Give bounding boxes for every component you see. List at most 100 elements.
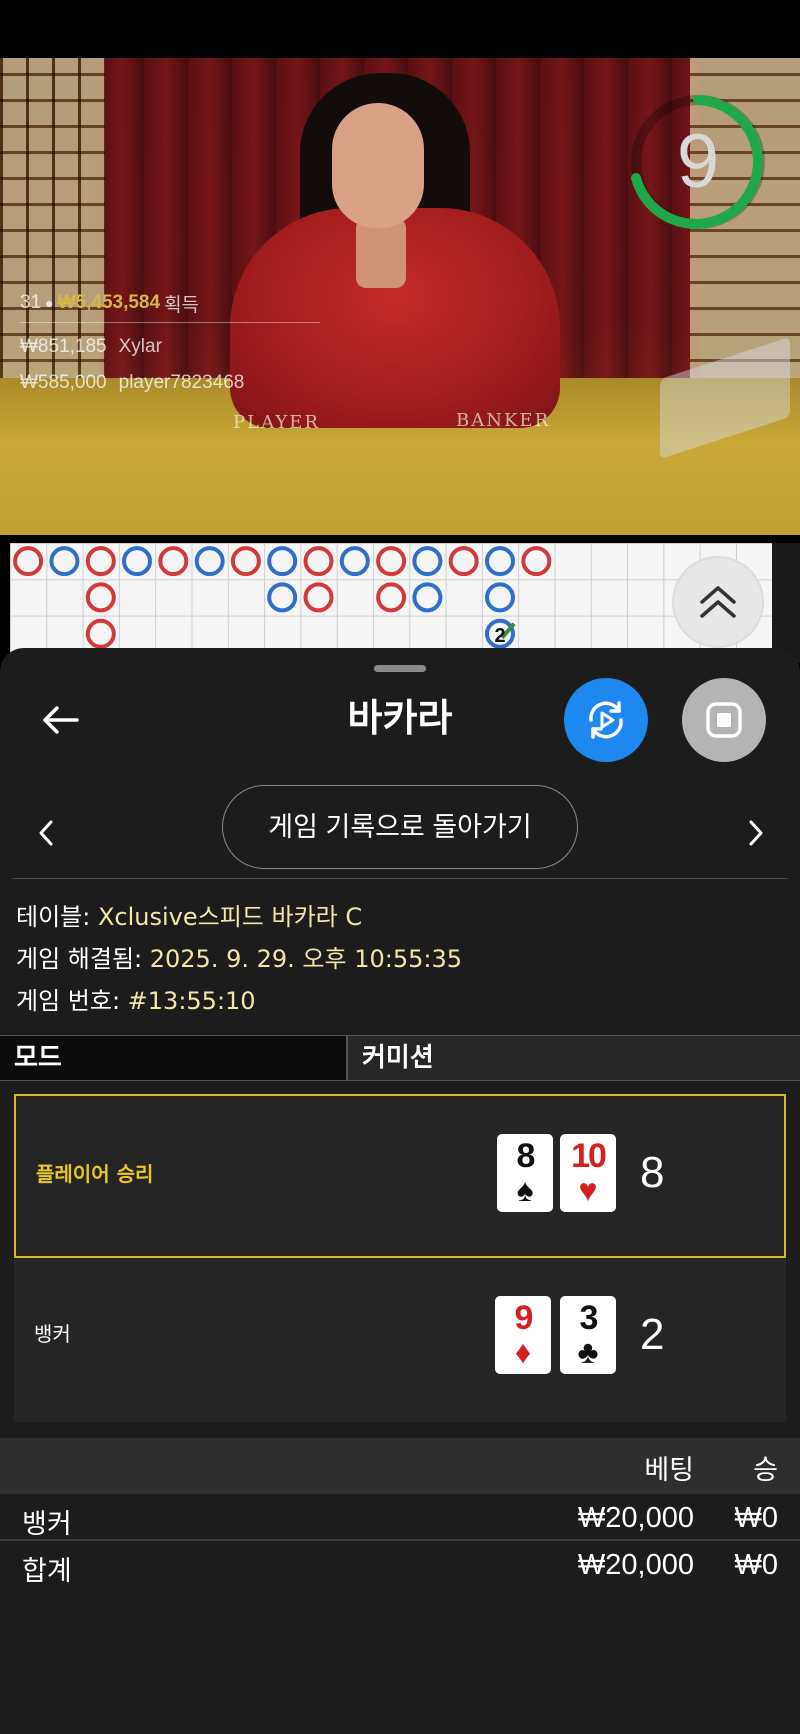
road-bead-player	[485, 546, 515, 577]
road-bead-player	[49, 546, 80, 577]
total-win: ₩0	[734, 1549, 779, 1581]
winner-amount: ₩851,185	[20, 336, 107, 357]
diamond-icon: ♦	[514, 1334, 532, 1370]
expand-roadmap-button[interactable]	[672, 556, 764, 648]
felt-banker-label: BANKER	[456, 410, 551, 431]
live-video[interactable]: PLAYER BANKER 9 31 ● ₩5,453,584 획득 ₩851,…	[0, 58, 800, 535]
info-table-row: 테이블: Xclusive스피드 바카라 C	[16, 896, 462, 938]
resolved-value: 2025. 9. 29. 오후 10:55:35	[149, 945, 462, 973]
winners-total: ₩5,453,584	[57, 292, 161, 313]
back-to-history-button[interactable]: 게임 기록으로 돌아가기	[222, 785, 578, 869]
road-bead-banker	[376, 582, 407, 613]
road-bead-player	[267, 582, 298, 613]
tab-mode[interactable]: 모드	[0, 1036, 348, 1080]
countdown-number: 9	[676, 119, 720, 204]
road-bead-player	[194, 546, 225, 577]
road-bead-banker	[303, 582, 334, 613]
page-title: 바카라	[347, 696, 453, 740]
winners-suffix: 획득	[164, 294, 200, 316]
stop-icon	[706, 702, 742, 738]
bead-roadmap[interactable]: 2	[10, 543, 772, 663]
road-bead-player	[339, 546, 370, 577]
player-hand-label: 플레이어 승리	[36, 1162, 154, 1186]
info-number-row: 게임 번호: #13:55:10	[16, 980, 462, 1022]
spade-icon: ♠	[516, 1172, 534, 1208]
chevron-right-icon	[749, 820, 763, 846]
banker-hand: 뱅커 9 ♦ 3 ♣ 2	[14, 1258, 786, 1422]
card-rank: 9	[514, 1299, 534, 1337]
win-column-header: 승	[753, 1455, 778, 1486]
game-number-value: #13:55:10	[127, 987, 256, 1015]
roadmap-svg: 2	[13, 546, 552, 649]
dealer-neck	[356, 218, 406, 288]
tab-commission[interactable]: 커미션	[348, 1036, 800, 1080]
bet-row: 뱅커 ₩20,000 ₩0	[0, 1496, 800, 1542]
status-bar	[0, 0, 800, 58]
stop-button[interactable]	[682, 678, 766, 762]
game-info: 테이블: Xclusive스피드 바카라 C 게임 해결됨: 2025. 9. …	[16, 896, 462, 1022]
winner-name: Xylar	[118, 336, 162, 357]
bet-name: 뱅커	[22, 1509, 72, 1540]
next-game-button[interactable]	[736, 808, 776, 858]
bet-column-header: 베팅	[644, 1455, 694, 1486]
road-bead-banker	[13, 546, 44, 577]
result-panel: 플레이어 승리 8 ♠ 10 ♥ 8 뱅커 9 ♦ 3 ♣ 2	[14, 1094, 786, 1422]
replay-button[interactable]	[564, 678, 648, 762]
dealer-face	[332, 103, 424, 228]
winner-row: ₩585,000 player7823468	[20, 365, 320, 401]
club-icon: ♣	[577, 1334, 599, 1370]
playing-card: 3 ♣	[560, 1296, 616, 1374]
banker-score: 2	[640, 1310, 665, 1359]
tie-count: 2	[494, 625, 505, 647]
heart-icon: ♥	[578, 1172, 598, 1208]
playing-card: 9 ♦	[495, 1296, 551, 1374]
chevron-left-icon	[39, 820, 53, 846]
playing-card: 10 ♥	[560, 1134, 616, 1212]
banker-hand-label: 뱅커	[34, 1322, 71, 1346]
felt-player-label: PLAYER	[233, 412, 320, 433]
table-label: 테이블:	[16, 903, 98, 931]
game-detail-sheet: 바카라 게임 기록으로 돌아가기 테이블: Xclusive스피드 바카라 C	[0, 648, 800, 1734]
game-number-label: 게임 번호:	[16, 987, 128, 1015]
previous-game-button[interactable]	[26, 808, 66, 858]
double-chevron-up-icon	[700, 586, 736, 618]
divider	[12, 878, 788, 879]
table-value: Xclusive스피드 바카라 C	[97, 903, 363, 931]
playing-card: 8 ♠	[497, 1134, 553, 1212]
road-bead-banker	[85, 618, 116, 649]
card-rank: 10	[571, 1137, 607, 1175]
road-bead-player	[267, 546, 298, 577]
road-bead-banker	[448, 546, 479, 577]
road-bead-player	[412, 582, 443, 613]
total-name: 합계	[22, 1556, 72, 1587]
replay-icon	[589, 701, 623, 739]
winner-row: ₩851,185 Xylar	[20, 329, 320, 365]
road-bead-banker	[303, 546, 334, 577]
card-rank: 8	[516, 1137, 536, 1175]
bet-win: ₩0	[734, 1502, 779, 1534]
winner-name: player7823468	[118, 372, 245, 393]
winner-amount: ₩585,000	[20, 372, 107, 393]
mode-tabs: 모드 커미션	[0, 1035, 800, 1081]
bets-header: 베팅 승	[0, 1438, 800, 1494]
divider	[0, 1539, 800, 1541]
road-bead-banker	[376, 546, 407, 577]
info-resolved-row: 게임 해결됨: 2025. 9. 29. 오후 10:55:35	[16, 938, 462, 980]
winners-panel: 31 ● ₩5,453,584 획득 ₩851,185 Xylar ₩585,0…	[20, 288, 320, 401]
player-score: 8	[640, 1148, 665, 1197]
sheet-grabber[interactable]	[374, 665, 426, 672]
road-bead-player	[122, 546, 152, 577]
total-row: 합계 ₩20,000 ₩0	[0, 1543, 800, 1589]
person-icon: ●	[45, 295, 54, 311]
total-amount: ₩20,000	[577, 1549, 694, 1581]
resolved-label: 게임 해결됨:	[16, 945, 150, 973]
road-bead-banker	[85, 582, 116, 613]
bet-amount: ₩20,000	[577, 1502, 694, 1534]
road-bead-banker	[158, 546, 189, 577]
winners-divider	[20, 322, 320, 323]
road-bead-banker	[230, 546, 261, 577]
road-bead-banker	[85, 546, 116, 577]
road-bead-player	[485, 582, 515, 613]
roadmap-side-strip	[772, 543, 800, 663]
winners-count: 31	[20, 292, 42, 313]
